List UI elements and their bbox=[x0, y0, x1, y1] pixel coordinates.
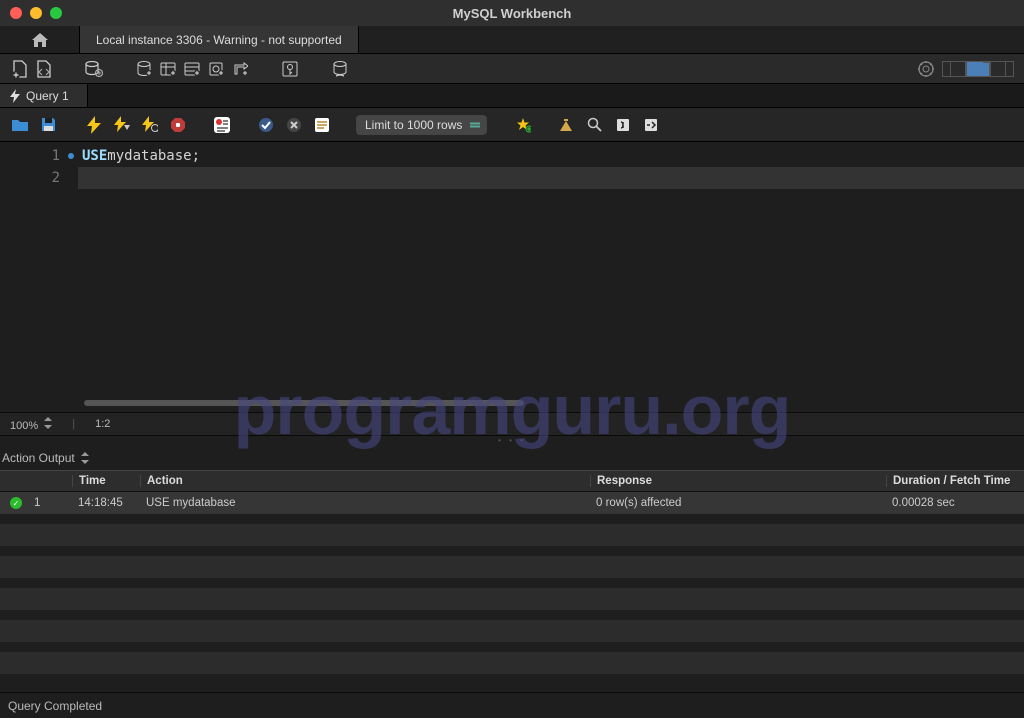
output-table-header: Time Action Response Duration / Fetch Ti… bbox=[0, 470, 1024, 492]
traffic-lights bbox=[0, 7, 62, 19]
panel-toggles bbox=[942, 61, 1014, 77]
home-tab[interactable] bbox=[0, 26, 80, 53]
splitter-grip[interactable]: • • • bbox=[0, 436, 1024, 446]
schema-button-1[interactable] bbox=[134, 59, 154, 79]
output-type-dropdown[interactable]: Action Output bbox=[2, 451, 89, 465]
schema-button-5[interactable] bbox=[230, 59, 250, 79]
main-toolbar bbox=[0, 54, 1024, 84]
zoom-level[interactable]: 100% bbox=[10, 417, 52, 432]
rollback-button[interactable] bbox=[284, 115, 304, 135]
beautify-button[interactable] bbox=[513, 115, 533, 135]
home-icon bbox=[31, 32, 49, 48]
explain-button[interactable] bbox=[140, 115, 160, 135]
cursor-position: 1:2 bbox=[95, 418, 110, 430]
limit-rows-label: Limit to 1000 rows bbox=[365, 118, 462, 132]
output-panel-header: Action Output bbox=[0, 446, 1024, 470]
query-tabs: Query 1 bbox=[0, 84, 1024, 108]
toggle-left-panel[interactable] bbox=[942, 61, 966, 77]
lightning-icon bbox=[10, 89, 20, 103]
schema-button-4[interactable] bbox=[206, 59, 226, 79]
toggle-autocommit-button[interactable] bbox=[312, 115, 332, 135]
new-sql-tab-button[interactable] bbox=[10, 59, 30, 79]
connection-tab[interactable]: Local instance 3306 - Warning - not supp… bbox=[80, 26, 359, 53]
query-tab-label: Query 1 bbox=[26, 89, 69, 103]
check-icon: ✓ bbox=[10, 497, 22, 509]
chevron-updown-icon bbox=[44, 417, 52, 429]
app-title: MySQL Workbench bbox=[0, 6, 1024, 21]
commit-button[interactable] bbox=[256, 115, 276, 135]
col-action[interactable]: Action bbox=[140, 475, 590, 487]
toggle-bottom-panel[interactable] bbox=[966, 61, 990, 77]
sql-editor[interactable]: 12 USE mydatabase; bbox=[0, 142, 1024, 412]
connection-tabs: Local instance 3306 - Warning - not supp… bbox=[0, 26, 1024, 54]
invisible-chars-button[interactable] bbox=[585, 115, 605, 135]
query-tab[interactable]: Query 1 bbox=[0, 84, 88, 107]
status-bar: Query Completed bbox=[0, 692, 1024, 718]
horizontal-scrollbar[interactable] bbox=[84, 400, 524, 406]
col-duration[interactable]: Duration / Fetch Time bbox=[886, 475, 1024, 487]
chevron-updown-icon bbox=[81, 452, 89, 464]
save-file-button[interactable] bbox=[38, 115, 58, 135]
limit-rows-dropdown[interactable]: Limit to 1000 rows bbox=[356, 115, 487, 135]
reconnect-button[interactable] bbox=[330, 59, 350, 79]
auto-commit-toggle[interactable] bbox=[212, 115, 232, 135]
titlebar: MySQL Workbench bbox=[0, 0, 1024, 26]
zoom-window-button[interactable] bbox=[50, 7, 62, 19]
toggle-right-panel[interactable] bbox=[990, 61, 1014, 77]
editor-gutter: 12 bbox=[0, 142, 78, 412]
schema-button-2[interactable] bbox=[158, 59, 178, 79]
find-button[interactable] bbox=[557, 115, 577, 135]
status-text: Query Completed bbox=[8, 699, 102, 713]
connection-tab-label: Local instance 3306 - Warning - not supp… bbox=[96, 33, 342, 47]
editor-toolbar: Limit to 1000 rows bbox=[0, 108, 1024, 142]
open-file-button[interactable] bbox=[10, 115, 30, 135]
wrap-button[interactable] bbox=[613, 115, 633, 135]
col-time[interactable]: Time bbox=[72, 475, 140, 487]
admin-server-button[interactable] bbox=[84, 59, 104, 79]
col-response[interactable]: Response bbox=[590, 475, 886, 487]
settings-gear-button[interactable] bbox=[916, 59, 936, 79]
execute-current-button[interactable] bbox=[112, 115, 132, 135]
query-options-button[interactable] bbox=[280, 59, 300, 79]
output-rows: ✓114:18:45USE mydatabase0 row(s) affecte… bbox=[0, 492, 1024, 692]
open-sql-file-button[interactable] bbox=[34, 59, 54, 79]
schema-button-3[interactable] bbox=[182, 59, 202, 79]
stop-button[interactable] bbox=[168, 115, 188, 135]
table-row[interactable]: ✓114:18:45USE mydatabase0 row(s) affecte… bbox=[0, 492, 1024, 514]
execute-button[interactable] bbox=[84, 115, 104, 135]
editor-statusbar: 100% | 1:2 bbox=[0, 412, 1024, 436]
close-window-button[interactable] bbox=[10, 7, 22, 19]
minimize-window-button[interactable] bbox=[30, 7, 42, 19]
snippets-button[interactable] bbox=[641, 115, 661, 135]
editor-code[interactable]: USE mydatabase; bbox=[78, 142, 1024, 412]
